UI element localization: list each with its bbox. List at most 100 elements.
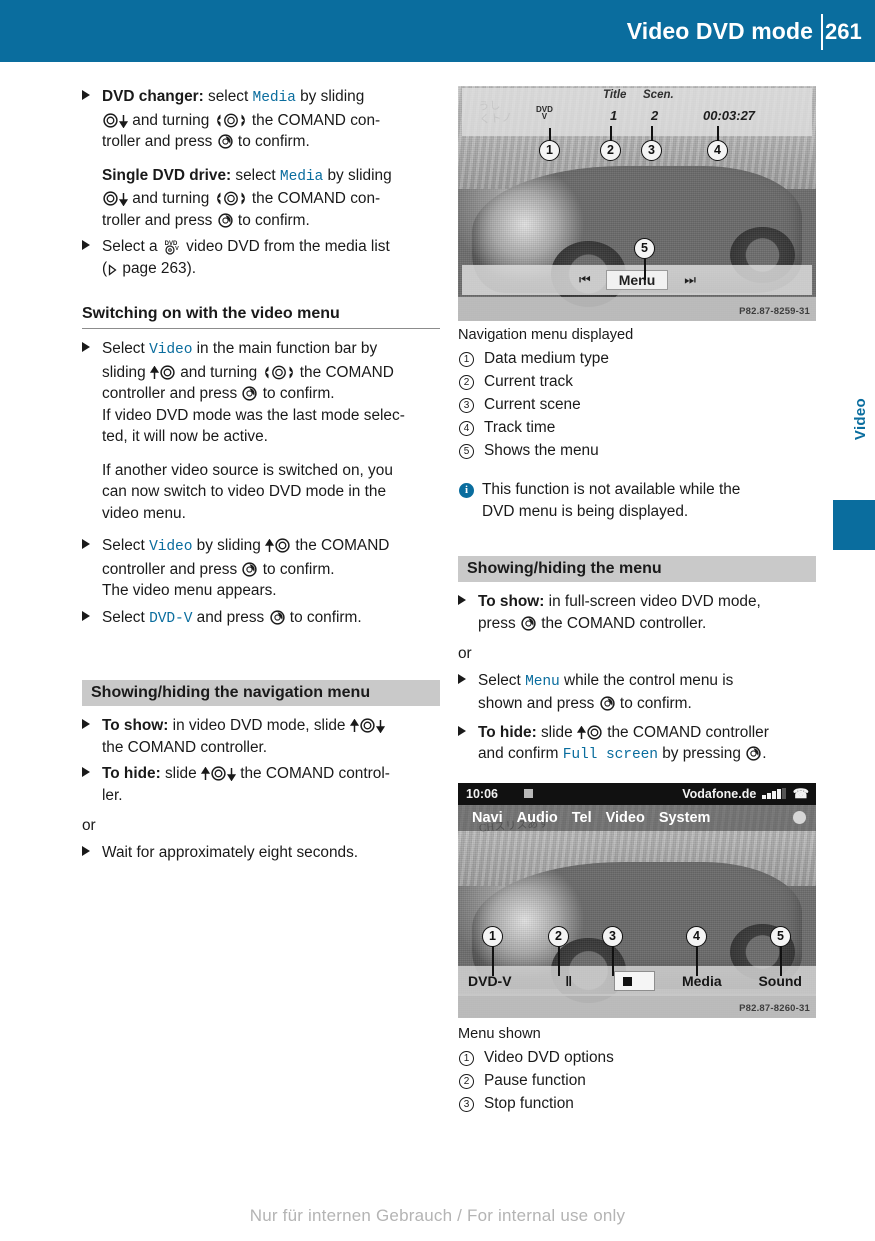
list-item-text: controller and press xyxy=(102,385,242,402)
section-tab-label: Video xyxy=(852,398,869,441)
list-item-text: slide xyxy=(536,723,577,741)
list-item-text: while the control menu is xyxy=(559,671,734,689)
list-item-text: Select xyxy=(478,671,526,689)
sound-button[interactable]: Sound xyxy=(735,973,816,989)
svg-text:V: V xyxy=(175,246,179,252)
data-medium-type-icon: DVD V xyxy=(536,105,553,121)
legend-item: 1 Video DVD options xyxy=(458,1047,816,1069)
turn-controller-icon xyxy=(214,191,248,206)
legend-label: Current scene xyxy=(484,396,581,413)
legend-item: 5 Shows the menu xyxy=(458,440,816,462)
press-controller-icon xyxy=(599,696,616,711)
command-label: Menu xyxy=(525,673,560,690)
comand-controller-icon xyxy=(274,538,291,553)
callout-3: 3 xyxy=(641,140,662,161)
next-track-icon[interactable]: ⏭ xyxy=(684,272,696,288)
sub-paragraph: If another video source is switched on, … xyxy=(82,460,440,525)
press-controller-icon xyxy=(520,615,537,631)
menu-item-tel[interactable]: Tel xyxy=(572,810,592,826)
list-item-text: in full-screen video DVD mode, xyxy=(544,593,761,610)
callout-3: 3 xyxy=(602,925,623,947)
menu-button[interactable]: Menu xyxy=(605,270,669,290)
list-item-text: select xyxy=(203,88,253,105)
heading-showing-hiding-the-menu: Showing/hiding the menu xyxy=(458,556,816,582)
list-item-text: ler. xyxy=(102,786,123,804)
legend-item: 2 Pause function xyxy=(458,1070,816,1092)
sub-text: the COMAND con- xyxy=(247,190,381,207)
list-item-text: shown and press xyxy=(478,695,599,712)
list-item-text: the COMAND control- xyxy=(235,765,390,782)
list-item-text: slide xyxy=(160,765,201,782)
comand-controller-icon xyxy=(159,364,176,380)
menu-item-navi[interactable]: Navi xyxy=(472,810,503,826)
legend-number: 3 xyxy=(459,1096,474,1112)
phone-icon: ☎ xyxy=(792,785,809,801)
callout-2: 2 xyxy=(600,140,621,161)
status-dot-icon xyxy=(793,811,806,824)
comand-controller-icon xyxy=(210,766,227,781)
previous-track-icon[interactable]: ⏮ xyxy=(579,272,591,288)
sub-text: can now switch to video DVD mode in the xyxy=(102,483,387,500)
list-item-text: Select xyxy=(102,608,150,626)
page-ref: ( page 263). xyxy=(102,259,197,277)
bullet-triangle-icon xyxy=(458,673,466,684)
menu-item-video[interactable]: Video xyxy=(606,810,645,826)
left-column: DVD changer: select Media by sliding and… xyxy=(82,86,440,863)
slide-up-arrow-icon xyxy=(349,719,359,733)
list-item-text: the COMAND controller xyxy=(602,723,769,741)
list-item: To show: in full-screen video DVD mode, … xyxy=(458,591,816,634)
turn-controller-icon xyxy=(214,113,248,128)
legend-number: 2 xyxy=(459,375,474,390)
menu-item-audio[interactable]: Audio xyxy=(517,810,558,826)
system-status-bar: 10:06 Vodafone.de ☎ xyxy=(458,782,816,805)
comand-controller-icon xyxy=(102,112,119,128)
right-column: うし くトノ DVD V Title Scen. 1 2 00:03:27 ⏮ … xyxy=(458,86,816,1116)
dvd-v-options-button[interactable]: DVD-V xyxy=(458,973,535,989)
slide-down-arrow-icon xyxy=(375,719,385,733)
list-item-text: the COMAND controller. xyxy=(102,738,268,756)
sub-paragraph: Single DVD drive: select Media by slidin… xyxy=(82,165,440,232)
press-controller-icon xyxy=(217,212,234,228)
figure-image-id: P82.87-8259-31 xyxy=(739,306,810,317)
list-item-text: and confirm xyxy=(478,745,563,762)
info-note: i This function is not available while t… xyxy=(458,479,816,522)
list-item-text: sliding xyxy=(102,363,150,381)
list-item-text: Select a xyxy=(102,238,162,255)
list-item: DVD changer: select Media by sliding and… xyxy=(82,86,440,153)
list-item-text: by pressing xyxy=(657,745,746,762)
callout-leader xyxy=(644,258,646,280)
menu-item-system[interactable]: System xyxy=(659,810,711,826)
callout-1: 1 xyxy=(539,140,560,161)
legend-navigation-menu: Navigation menu displayed 1 Data medium … xyxy=(458,325,816,462)
command-label: Media xyxy=(279,168,324,185)
list-item-text: to confirm. xyxy=(258,560,335,578)
press-controller-icon xyxy=(241,386,258,401)
note-text: The video menu appears. xyxy=(102,582,277,599)
list-item-text: and turning xyxy=(128,111,214,129)
header-divider xyxy=(821,14,823,50)
list-item-text: to confirm. xyxy=(285,608,362,626)
slide-up-arrow-icon xyxy=(200,767,210,781)
list-item-text: in video DVD mode, slide xyxy=(168,717,350,734)
slide-down-arrow-icon xyxy=(119,192,128,206)
scene-column-header: Scen. xyxy=(643,89,674,101)
list-item-text: . xyxy=(762,745,767,762)
list-item-text: and turning xyxy=(175,363,262,381)
page-header: Video DVD mode 261 xyxy=(0,0,875,62)
list-item: To show: in video DVD mode, slide the CO… xyxy=(82,715,440,758)
list-item-text: to confirm. xyxy=(258,385,335,402)
current-scene-value: 2 xyxy=(651,108,659,123)
legend-menu-shown: Menu shown 1 Video DVD options 2 Pause f… xyxy=(458,1024,816,1115)
legend-label: Shows the menu xyxy=(484,442,599,459)
legend-number: 4 xyxy=(459,421,474,436)
media-button[interactable]: Media xyxy=(668,973,735,989)
page-number: 261 xyxy=(825,19,862,44)
comand-controller-icon xyxy=(102,191,119,206)
title-column-header: Title xyxy=(603,89,627,101)
bullet-triangle-icon xyxy=(458,595,466,605)
list-item: Wait for approximately eight seconds. xyxy=(82,842,440,864)
pause-button[interactable]: ‖ xyxy=(535,973,602,989)
page-ref-arrow-icon xyxy=(107,263,118,276)
bullet-triangle-icon xyxy=(82,610,90,621)
press-controller-icon xyxy=(241,561,258,577)
